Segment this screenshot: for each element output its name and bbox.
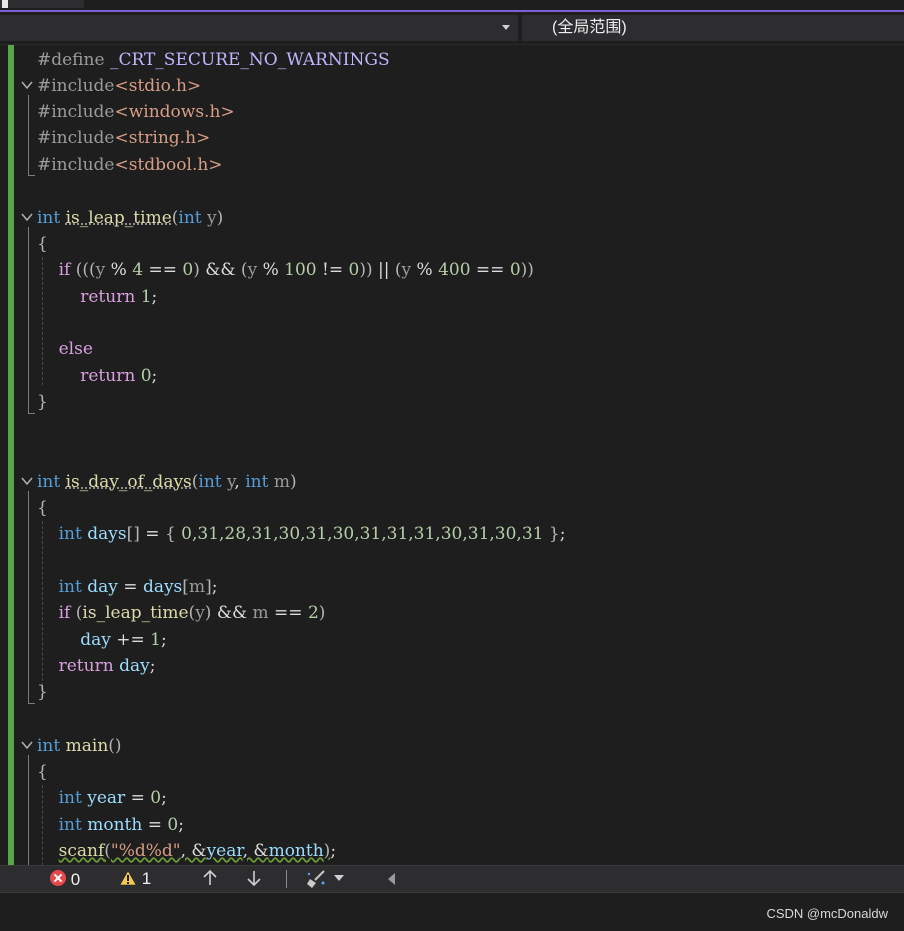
code-line: int month = 0; <box>37 812 184 838</box>
code-line: return 0; <box>37 363 157 389</box>
code-line: int is_leap_time(int y) <box>37 205 223 231</box>
code-line: else <box>37 336 93 362</box>
member-scope-dropdown[interactable]: (全局范围) <box>522 15 904 41</box>
fold-range-end <box>28 413 35 414</box>
arrow-up-icon[interactable] <box>202 869 218 889</box>
chevron-down-icon[interactable] <box>334 875 344 881</box>
document-tab[interactable] <box>0 0 84 8</box>
scope-label: (全局范围) <box>552 15 627 41</box>
warning-count: 1 <box>142 869 151 888</box>
editor-status-bar: 0 1 <box>0 865 904 892</box>
error-count: 0 <box>71 870 80 889</box>
code-line: if (is_leap_time(y) && m == 2) <box>37 600 325 626</box>
fold-chevron-icon[interactable] <box>20 738 34 752</box>
code-line: int is_day_of_days(int y, int m) <box>37 469 297 495</box>
scroll-left-icon[interactable] <box>388 873 395 885</box>
fold-chevron-icon[interactable] <box>20 474 34 488</box>
fold-range-end <box>28 175 35 176</box>
code-editor[interactable]: #define _CRT_SECURE_NO_WARNINGS #include… <box>0 45 904 865</box>
warning-indicator[interactable]: 1 <box>119 869 151 889</box>
code-line: day += 1; <box>37 627 167 653</box>
code-line: int day = days[m]; <box>37 574 217 600</box>
code-line: } <box>37 389 48 415</box>
code-line: { <box>37 759 48 785</box>
tab-edge <box>2 0 8 8</box>
status-separator <box>286 870 287 888</box>
fold-range-line <box>28 755 29 865</box>
code-line: int year = 0; <box>37 785 167 811</box>
code-line: #include<string.h> <box>37 125 210 151</box>
watermark: CSDN @mcDonaldw <box>766 906 888 921</box>
cleanup-brush-icon[interactable] <box>306 869 328 889</box>
code-line: } <box>37 679 48 705</box>
code-line: #define _CRT_SECURE_NO_WARNINGS <box>37 47 390 73</box>
error-list-indicator[interactable]: 0 <box>50 869 80 889</box>
code-line: int main() <box>37 733 122 759</box>
code-line: { <box>37 495 48 521</box>
error-icon <box>50 870 66 886</box>
code-line: { <box>37 231 48 257</box>
code-line: #include<windows.h> <box>37 99 235 125</box>
warning-icon <box>119 870 137 886</box>
code-line: scanf("%d%d", &year, &month); <box>37 838 336 864</box>
fold-range-line <box>28 95 29 175</box>
fold-chevron-icon[interactable] <box>20 210 34 224</box>
file-scope-dropdown[interactable] <box>0 15 518 41</box>
tab-strip <box>0 0 904 12</box>
code-line: #include<stdbool.h> <box>37 152 223 178</box>
change-tracking-bar <box>8 45 14 865</box>
chevron-down-icon <box>502 25 510 30</box>
fold-chevron-icon[interactable] <box>20 78 34 92</box>
code-line: #include<stdio.h> <box>37 73 201 99</box>
fold-range-line <box>28 491 29 703</box>
fold-range-end <box>28 703 35 704</box>
code-line: if (((y % 4 == 0) && (y % 100 != 0)) || … <box>37 257 534 283</box>
code-line: return 1; <box>37 284 157 310</box>
code-line: int days[] = { 0,31,28,31,30,31,30,31,31… <box>37 521 565 547</box>
code-line: return day; <box>37 653 155 679</box>
navigation-bar: (全局范围) <box>0 12 904 45</box>
fold-range-line <box>28 227 29 413</box>
arrow-down-icon[interactable] <box>246 869 262 889</box>
